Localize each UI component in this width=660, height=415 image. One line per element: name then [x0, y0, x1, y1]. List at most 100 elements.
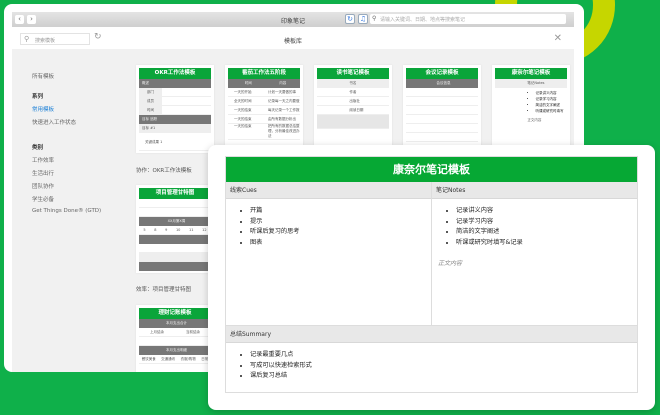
thumb-title: 番茄工作法五阶段 [228, 68, 300, 79]
sync-icon[interactable]: ↻ [345, 14, 355, 24]
thumb-cell: 一天的开始 [234, 90, 252, 94]
gantt-day: 8 [154, 228, 157, 232]
notes-label: 笔记Notes [432, 182, 637, 199]
gantt-day: 5 [143, 228, 146, 232]
thumb-cell: 成员 [139, 97, 163, 105]
cornell-template-preview: 康奈尔笔记模板 线索Cues 开篇 提示 听课后复习的思考 图表 笔记Notes… [225, 156, 638, 393]
sidebar-item-all[interactable]: 所有模板 [32, 72, 54, 80]
thumb-title: 理财记账模板 [139, 308, 211, 319]
close-icon[interactable]: ✕ [554, 33, 562, 44]
thumb-cell: 衣服/购物 [180, 357, 196, 361]
thumb-cell: 正文内容 [527, 118, 542, 122]
thumb-cell: 出版社 [349, 99, 360, 103]
thumb-cell: 一天的结束 [234, 117, 252, 121]
summary-item: 记录最重要几点 [250, 350, 637, 361]
thumb-cell: 把所有的数据总结整理，分析最佳改进办法 [268, 124, 300, 138]
sidebar-item-efficiency[interactable]: 工作效率 [32, 156, 54, 164]
template-pomodoro[interactable]: 番茄工作法五阶段 时间 内容 一天的开始 计划一天要做的事全天的时间 记录每一天之内要… [225, 65, 303, 153]
thumb-cell: 目标 #1 [139, 124, 211, 133]
note-item: 记录讲义内容 [456, 206, 637, 217]
summary-item: 课后复习总结 [250, 371, 637, 382]
thumb-title: 会议记录模板 [406, 68, 478, 79]
thumb-cell: 一天的结束 [234, 108, 252, 112]
thumb-cell: XX月第X周 [139, 217, 211, 226]
search-icon: ⚲ [372, 15, 377, 22]
sidebar-header-series: 系列 [32, 94, 44, 100]
thumb-row: 一天的开始 计划一天要做的事 [228, 88, 300, 97]
thumb-cell: 上月结余 [150, 330, 164, 334]
thumb-cell: 笔记Notes [527, 81, 545, 85]
global-search-input[interactable]: ⚲ 请输入关键词、日期、地点等搜索笔记 [370, 14, 566, 24]
sidebar-item-gtd[interactable]: Get Things Done® (GTD) [32, 208, 101, 214]
thumb-title: 康奈尔笔记模板 [495, 68, 567, 79]
cue-item: 图表 [250, 238, 431, 249]
note-item: 简洁的文字阐述 [456, 227, 637, 238]
thumb-cell: 记录每一天之内要做 [268, 99, 300, 103]
template-gantt[interactable]: 项目管理甘特图 XX月第X周 5 8 9 10 11 12 [136, 185, 214, 273]
preview-title: 康奈尔笔记模板 [226, 157, 637, 182]
title-bar: ‹ › 印象笔记 ↻ ♫ ⚲ 请输入关键词、日期、地点等搜索笔记 [12, 12, 574, 27]
summary-label: 总结Summary [226, 326, 637, 343]
template-caption: 效率：项目管理甘特图 [136, 287, 192, 293]
thumb-row: 全天的时间 记录每一天之内要做 [228, 97, 300, 106]
thumb-cell: 当前结余 [186, 330, 200, 334]
thumb-cell: 每天记录一个工作报 [268, 108, 300, 112]
thumb-cell: 交通通讯 [161, 357, 176, 361]
template-okr[interactable]: OKR工作法模板 概述 部门 成员 时间 目标 追踪 目标 #1 关键成果 1 [136, 65, 214, 153]
thumb-item: 听课或研究时填写 [536, 108, 567, 114]
thumb-cell: 全天的时间 [234, 99, 252, 103]
thumb-cell: 阅读日期 [349, 108, 364, 112]
sidebar-item-team[interactable]: 团队协作 [32, 182, 54, 190]
thumb-cell: 目标 追踪 [139, 115, 211, 124]
thumb-cell: 计划一天要做的事 [268, 90, 296, 94]
thumb-cell: 一天的结束 [234, 124, 252, 128]
gantt-day: 11 [189, 228, 194, 232]
thumb-cell: 餐饮美食 [141, 357, 156, 361]
sidebar-item-common[interactable]: 常用模板 [32, 105, 54, 113]
thumb-cell: 内容 [279, 81, 287, 85]
thumb-cell: 关键成果 1 [139, 133, 211, 151]
cue-item: 听课后复习的思考 [250, 227, 431, 238]
sidebar-item-life[interactable]: 生活出行 [32, 169, 54, 177]
gantt-day: 9 [165, 228, 168, 232]
thumb-cell: 概述 [139, 79, 211, 88]
thumb-cell: 作者 [349, 90, 357, 94]
template-meeting[interactable]: 会议记录模板 会议信息 [403, 65, 481, 153]
thumb-title: OKR工作法模板 [139, 68, 211, 79]
cues-column: 线索Cues 开篇 提示 听课后复习的思考 图表 [226, 182, 431, 325]
sidebar-item-quick-start[interactable]: 快速进入工作状态 [32, 118, 76, 126]
gantt-day: 12 [202, 228, 207, 232]
gantt-day: 10 [175, 228, 181, 232]
template-caption: 协作：OKR工作法模板 [136, 168, 192, 174]
sidebar-item-student[interactable]: 学生必备 [32, 195, 54, 203]
template-cornell[interactable]: 康奈尔笔记模板 笔记Notes 记录讲义内容 记录学习内容 简洁的文字阐述 听课… [492, 65, 570, 153]
thumb-cell: 本月支出明细 [139, 346, 211, 355]
summary-item: 写成可以快速检索形式 [250, 361, 637, 372]
template-finance[interactable]: 理财记账模板 本月支出合计 上月结余 当前结余 本月支出明细 餐饮美食 交通通讯 衣服… [136, 305, 214, 372]
thumb-cell: 时间 [139, 106, 163, 114]
thumb-title: 读书笔记模板 [317, 68, 389, 79]
thumb-row: 一天的结束 每天记录一个工作报 [228, 106, 300, 115]
note-item: 记录学习内容 [456, 217, 637, 228]
notes-column: 笔记Notes 记录讲义内容 记录学习内容 简洁的文字阐述 听课或研究时填写&记… [431, 182, 637, 325]
thumb-title: 项目管理甘特图 [139, 188, 211, 199]
thumb-row: 一天的结束 把所有的数据总结整理，分析最佳改进办法 [228, 124, 300, 140]
cue-item: 开篇 [250, 206, 431, 217]
template-preview-card: 康奈尔笔记模板 线索Cues 开篇 提示 听课后复习的思考 图表 笔记Notes… [208, 145, 655, 410]
thumb-cell: 由所有数据分析出 [268, 117, 296, 121]
sidebar-header-category: 类别 [32, 145, 44, 151]
template-reading[interactable]: 读书笔记模板 书名 作者 出版社 阅读日期 [314, 65, 392, 153]
note-item: 听课或研究时填写&记录 [456, 238, 637, 249]
notification-icon[interactable]: ♫ [358, 14, 368, 24]
thumb-cell: 时间 [244, 81, 252, 85]
search-placeholder: 请输入关键词、日期、地点等搜索笔记 [380, 17, 466, 23]
notes-body: 正文内容 [438, 260, 463, 267]
cue-item: 提示 [250, 217, 431, 228]
thumb-cell: 会议信息 [406, 79, 478, 88]
thumb-cell: 书名 [349, 81, 357, 85]
thumb-cell: 部门 [139, 88, 163, 96]
thumb-row: 一天的结束 由所有数据分析出 [228, 115, 300, 124]
cues-label: 线索Cues [226, 182, 431, 199]
thumb-cell: 本月支出合计 [139, 319, 211, 328]
gallery-title: 模板库 [283, 38, 302, 45]
